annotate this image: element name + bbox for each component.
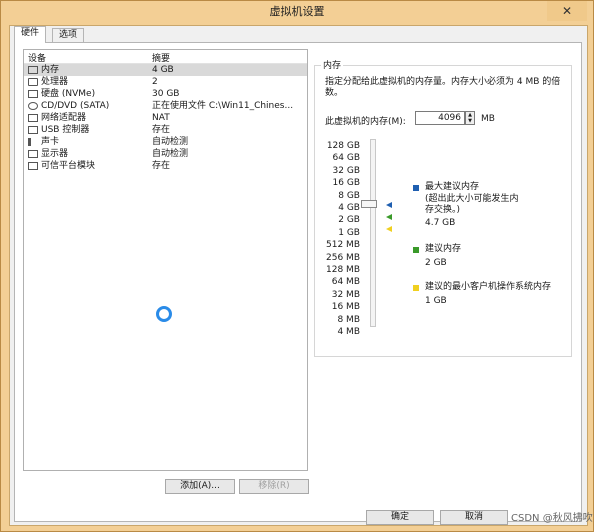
disk-icon: [28, 90, 38, 98]
memory-slider-thumb[interactable]: [361, 200, 377, 208]
sound-icon: [28, 138, 38, 146]
memory-scale-tick: 8 MB: [337, 314, 360, 325]
device-row-disk[interactable]: 硬盘 (NVMe) 30 GB: [24, 88, 307, 100]
memory-scale-tick: 16 MB: [331, 302, 360, 313]
add-button[interactable]: 添加(A)...: [165, 479, 235, 494]
rec-legend-label: 建议内存: [425, 244, 462, 254]
tab-hardware[interactable]: 硬件: [14, 26, 47, 43]
device-row-usb[interactable]: USB 控制器 存在: [24, 124, 307, 136]
memory-spinner[interactable]: ▲ ▼: [465, 111, 475, 125]
max-legend-swatch: [413, 185, 419, 191]
memory-scale-tick: 1 GB: [338, 227, 360, 238]
device-row-memory[interactable]: 内存 4 GB: [24, 64, 307, 76]
memory-field-label: 此虚拟机的内存(M):: [325, 117, 406, 127]
loading-spinner-icon: [156, 306, 172, 322]
device-summary: 存在: [152, 161, 171, 171]
device-summary: NAT: [152, 113, 170, 123]
device-summary: 正在使用文件 C:\Win11_Chines...: [152, 101, 294, 111]
device-summary: 自动检测: [152, 137, 189, 147]
memory-description: 指定分配给此虚拟机的内存量。内存大小必须为 4 MB 的倍数。: [325, 77, 561, 98]
max-memory-marker-icon: [386, 202, 392, 208]
memory-size-input[interactable]: 4096: [415, 111, 465, 125]
device-name: USB 控制器: [41, 125, 90, 135]
watermark: CSDN @秋风拂吹: [511, 513, 593, 524]
tab-options[interactable]: 选项: [52, 28, 85, 42]
usb-icon: [28, 126, 38, 134]
settings-window: 虚拟机设置 ✕ 硬件 选项 设备 摘要 内存 4 GB 处理器 2 硬盘 (NV…: [0, 0, 594, 532]
device-name: 可信平台模块: [41, 161, 96, 171]
min-legend-value: 1 GB: [425, 296, 447, 306]
device-name: 显示器: [41, 149, 69, 159]
device-list-header: 设备 摘要: [24, 50, 307, 64]
memory-scale-tick: 512 MB: [326, 240, 360, 251]
spin-down-icon[interactable]: ▼: [466, 118, 474, 124]
close-button[interactable]: ✕: [547, 1, 587, 21]
rec-legend-swatch: [413, 247, 419, 253]
memory-scale-tick: 32 GB: [332, 165, 360, 176]
memory-scale-tick: 64 MB: [331, 277, 360, 288]
memory-unit: MB: [481, 114, 495, 124]
memory-group-title: 内存: [321, 58, 344, 71]
device-summary: 4 GB: [152, 65, 174, 75]
device-name: 硬盘 (NVMe): [41, 89, 96, 99]
device-summary: 存在: [152, 125, 171, 135]
remove-button[interactable]: 移除(R): [239, 479, 309, 494]
device-row-cd[interactable]: CD/DVD (SATA) 正在使用文件 C:\Win11_Chines...: [24, 100, 307, 112]
device-row-sound[interactable]: 声卡 自动检测: [24, 136, 307, 148]
cpu-icon: [28, 78, 38, 86]
network-icon: [28, 114, 38, 122]
cancel-button[interactable]: 取消: [440, 510, 508, 525]
memory-scale-tick: 256 MB: [326, 252, 360, 263]
memory-scale-tick: 4 MB: [337, 327, 360, 337]
memory-scale-tick: 32 MB: [331, 289, 360, 300]
dialog-body: 硬件 选项 设备 摘要 内存 4 GB 处理器 2 硬盘 (NVMe) 30 G…: [9, 25, 588, 526]
device-name: 网络适配器: [41, 113, 87, 123]
max-legend-label: 最大建议内存: [425, 182, 480, 192]
max-legend-note: (超出此大小可能发生内存交换。): [425, 194, 519, 215]
device-name: 处理器: [41, 77, 69, 87]
min-memory-marker-icon: [386, 226, 392, 232]
recommended-memory-marker-icon: [386, 214, 392, 220]
device-row-network[interactable]: 网络适配器 NAT: [24, 112, 307, 124]
hardware-panel: 设备 摘要 内存 4 GB 处理器 2 硬盘 (NVMe) 30 GB CD/D…: [14, 42, 582, 522]
device-summary: 30 GB: [152, 89, 180, 99]
rec-legend-value: 2 GB: [425, 258, 447, 268]
memory-scale-tick: 8 GB: [338, 190, 360, 201]
ok-button[interactable]: 确定: [366, 510, 434, 525]
memory-scale-tick: 64 GB: [332, 153, 360, 164]
device-summary: 自动检测: [152, 149, 189, 159]
display-icon: [28, 150, 38, 158]
device-summary: 2: [152, 77, 158, 87]
column-device[interactable]: 设备: [28, 51, 46, 64]
device-list[interactable]: 设备 摘要 内存 4 GB 处理器 2 硬盘 (NVMe) 30 GB CD/D…: [23, 49, 308, 471]
memory-slider-track[interactable]: [370, 139, 376, 327]
device-row-cpu[interactable]: 处理器 2: [24, 76, 307, 88]
device-row-tpm[interactable]: 可信平台模块 存在: [24, 160, 307, 172]
window-title: 虚拟机设置: [269, 5, 325, 18]
device-row-display[interactable]: 显示器 自动检测: [24, 148, 307, 160]
column-summary[interactable]: 摘要: [152, 51, 170, 64]
memory-scale-tick: 4 GB: [338, 203, 360, 213]
tpm-icon: [28, 162, 38, 170]
memory-scale-tick: 128 GB: [326, 141, 360, 151]
min-legend-swatch: [413, 285, 419, 291]
max-legend-value: 4.7 GB: [425, 218, 456, 228]
memory-scale-tick: 16 GB: [332, 178, 360, 189]
memory-scale-tick: 2 GB: [338, 215, 360, 226]
memory-icon: [28, 66, 38, 74]
device-name: 声卡: [41, 137, 60, 147]
memory-scale-tick: 128 MB: [326, 265, 360, 275]
cd-icon: [28, 102, 38, 110]
min-legend-label: 建议的最小客户机操作系统内存: [425, 282, 552, 292]
device-name: 内存: [41, 65, 60, 75]
device-name: CD/DVD (SATA): [41, 101, 110, 111]
